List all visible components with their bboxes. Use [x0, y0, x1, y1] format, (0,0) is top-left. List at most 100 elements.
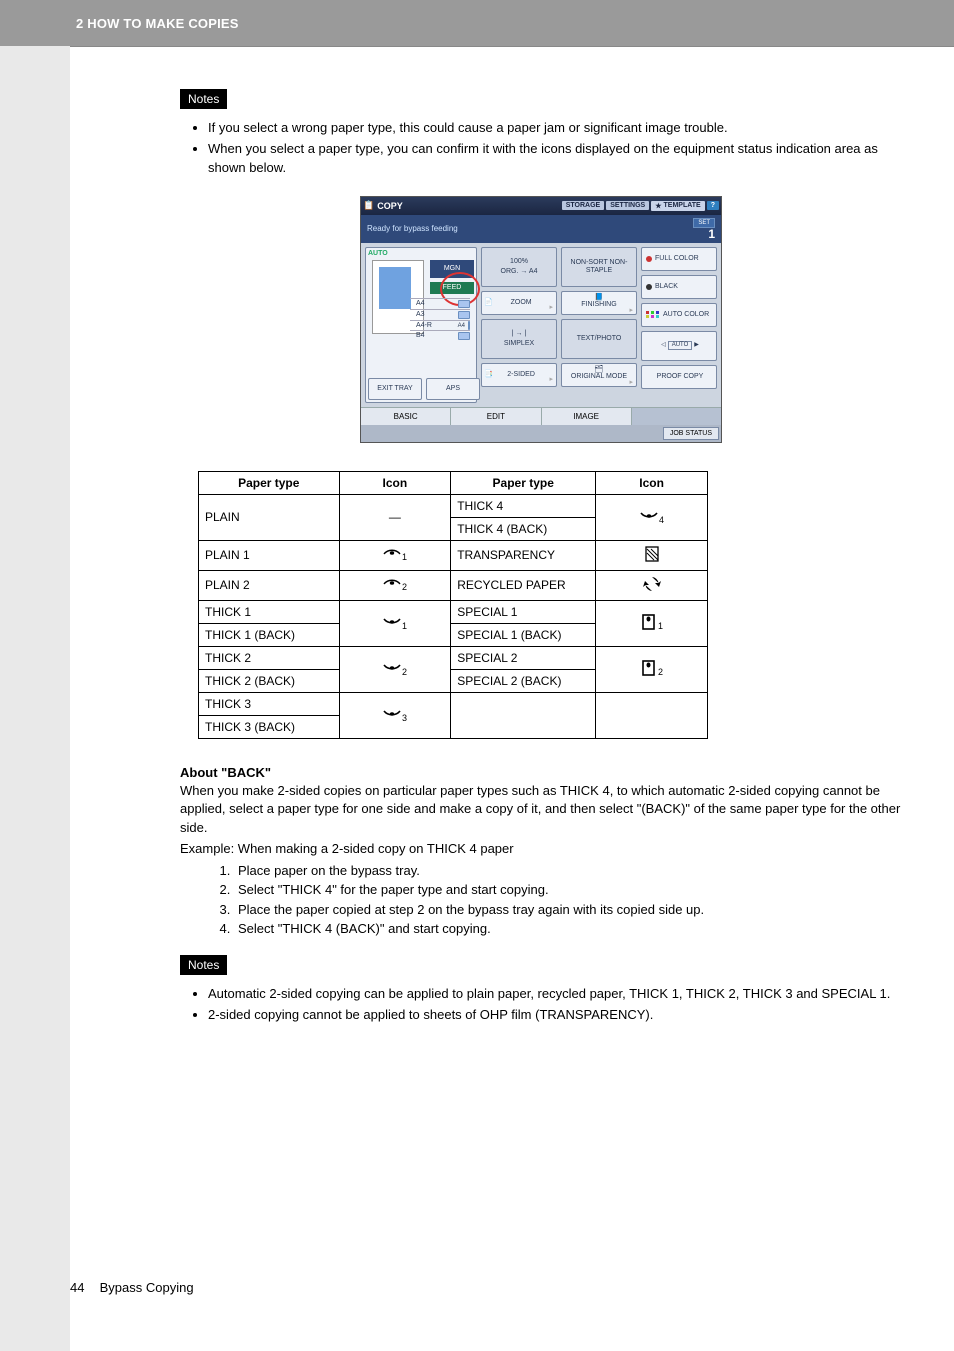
- svg-text:1: 1: [658, 621, 663, 631]
- panel-status: Ready for bypass feeding SET 1: [361, 215, 721, 243]
- drawer-icon: [458, 311, 470, 319]
- zoom-display: 100% ORG. → A4: [481, 247, 557, 287]
- density-slider[interactable]: ◁AUTO▶: [641, 331, 717, 361]
- col-zoom: 100% ORG. → A4 📄ZOOM▸ | → | SIMPLEX 📑2-S…: [481, 247, 557, 403]
- svg-text:1: 1: [402, 552, 407, 561]
- cell-blank: [451, 692, 596, 738]
- paper-row[interactable]: B4: [410, 330, 470, 341]
- aps-button[interactable]: APS: [426, 378, 480, 400]
- cell-thick2-back: THICK 2 (BACK): [199, 669, 340, 692]
- icon-thick3: 3: [339, 692, 451, 738]
- tab-edit[interactable]: EDIT: [451, 408, 541, 425]
- icon-special1: 1: [596, 600, 708, 646]
- textphoto-display: TEXT/PHOTO: [561, 319, 637, 359]
- copier-panel: 📋 COPY STORAGE SETTINGS ★TEMPLATE ? Read…: [360, 196, 722, 443]
- cell-plain1: PLAIN 1: [199, 540, 340, 570]
- help-button[interactable]: ?: [707, 201, 719, 210]
- svg-text:1: 1: [402, 621, 407, 630]
- section-header: 2 HOW TO MAKE COPIES: [0, 0, 954, 46]
- cell-special1-back: SPECIAL 1 (BACK): [451, 623, 596, 646]
- icon-plain: —: [339, 494, 451, 540]
- about-steps: Place paper on the bypass tray. Select "…: [216, 861, 902, 939]
- th-icon: Icon: [596, 471, 708, 494]
- tab-spacer: [632, 408, 721, 425]
- cell-plain: PLAIN: [199, 494, 340, 540]
- page-number: 44: [70, 1280, 96, 1295]
- svg-text:2: 2: [402, 582, 407, 591]
- notes-list-top: If you select a wrong paper type, this c…: [180, 119, 902, 178]
- drawer-icon: [458, 300, 470, 308]
- black-button[interactable]: BLACK: [641, 275, 717, 299]
- th-paper-type: Paper type: [451, 471, 596, 494]
- note-item: When you select a paper type, you can co…: [208, 140, 902, 178]
- tab-image[interactable]: IMAGE: [542, 408, 632, 425]
- icon-recycled: [596, 570, 708, 600]
- proof-copy-button[interactable]: PROOF COPY: [641, 365, 717, 389]
- two-sided-button[interactable]: 📑2-SIDED▸: [481, 363, 557, 387]
- footer-title: Bypass Copying: [100, 1280, 194, 1295]
- paper-source-area: AUTO MGN FEED A4 A3 A4-RA4 B4 EXIT TRAY: [365, 247, 477, 403]
- storage-button[interactable]: STORAGE: [562, 201, 605, 210]
- about-heading: About "BACK": [180, 765, 902, 780]
- step-item: Place paper on the bypass tray.: [234, 861, 902, 881]
- paper-row[interactable]: A4-RA4: [410, 320, 470, 331]
- copy-mode-label: 📋 COPY: [363, 200, 409, 211]
- icon-special2: 2: [596, 646, 708, 692]
- paper-type-table: Paper type Icon Paper type Icon PLAIN — …: [198, 471, 708, 739]
- copy-icon: 📋: [363, 200, 374, 211]
- notes-list-bottom: Automatic 2-sided copying can be applied…: [180, 985, 902, 1025]
- paper-row[interactable]: A4: [410, 298, 470, 309]
- paper-list: A4 A3 A4-RA4 B4: [410, 298, 470, 342]
- note-item: If you select a wrong paper type, this c…: [208, 119, 902, 138]
- about-p1: When you make 2-sided copies on particul…: [180, 782, 902, 839]
- cell-thick4: THICK 4: [451, 494, 596, 517]
- col-options: NON-SORT NON-STAPLE 📘FINISHING▸ TEXT/PHO…: [561, 247, 637, 403]
- svg-text:4: 4: [659, 515, 664, 524]
- cell-special1: SPECIAL 1: [451, 600, 596, 623]
- icon-thick1: 1: [339, 600, 451, 646]
- note-item: 2-sided copying cannot be applied to she…: [208, 1006, 902, 1025]
- original-mode-button[interactable]: 🗂ORIGINAL MODE▸: [561, 363, 637, 387]
- icon-thick2: 2: [339, 646, 451, 692]
- full-color-button[interactable]: FULL COLOR: [641, 247, 717, 271]
- cell-thick1-back: THICK 1 (BACK): [199, 623, 340, 646]
- settings-button[interactable]: SETTINGS: [606, 201, 649, 210]
- cell-recycled: RECYCLED PAPER: [451, 570, 596, 600]
- th-icon: Icon: [339, 471, 451, 494]
- panel-top-bar: 📋 COPY STORAGE SETTINGS ★TEMPLATE ?: [361, 197, 721, 215]
- drawer-icon: [468, 321, 470, 330]
- status-text: Ready for bypass feeding: [367, 224, 458, 233]
- content: Notes If you select a wrong paper type, …: [70, 46, 954, 1063]
- cell-special2-back: SPECIAL 2 (BACK): [451, 669, 596, 692]
- tab-basic[interactable]: BASIC: [361, 408, 451, 425]
- job-status-button[interactable]: JOB STATUS: [663, 427, 719, 440]
- cell-thick2: THICK 2: [199, 646, 340, 669]
- page-footer: 44 Bypass Copying: [70, 1280, 194, 1295]
- panel-wrap: 📋 COPY STORAGE SETTINGS ★TEMPLATE ? Read…: [180, 196, 902, 443]
- note-item: Automatic 2-sided copying can be applied…: [208, 985, 902, 1004]
- paper-row[interactable]: A3: [410, 309, 470, 320]
- cell-thick4-back: THICK 4 (BACK): [451, 517, 596, 540]
- cell-thick1: THICK 1: [199, 600, 340, 623]
- copy-text: COPY: [377, 201, 403, 211]
- template-button[interactable]: ★TEMPLATE: [651, 201, 704, 211]
- step-item: Place the paper copied at step 2 on the …: [234, 900, 902, 920]
- simplex-display: | → | SIMPLEX: [481, 319, 557, 359]
- exit-tray-button[interactable]: EXIT TRAY: [368, 378, 422, 400]
- cell-thick3: THICK 3: [199, 692, 340, 715]
- finishing-button[interactable]: 📘FINISHING▸: [561, 291, 637, 315]
- cell-transparency: TRANSPARENCY: [451, 540, 596, 570]
- zoom-button[interactable]: 📄ZOOM▸: [481, 291, 557, 315]
- icon-plain1: 1: [339, 540, 451, 570]
- star-icon: ★: [655, 202, 661, 210]
- icon-thick4: 4: [596, 494, 708, 540]
- col-color: FULL COLOR BLACK AUTO COLOR ◁AUTO▶ PROOF…: [641, 247, 717, 403]
- drawer-icon: [458, 332, 470, 340]
- panel-footer: JOB STATUS: [361, 425, 721, 442]
- panel-tabs: BASIC EDIT IMAGE: [361, 407, 721, 425]
- svg-text:2: 2: [402, 667, 407, 676]
- auto-color-button[interactable]: AUTO COLOR: [641, 303, 717, 327]
- nonsort-display: NON-SORT NON-STAPLE: [561, 247, 637, 287]
- page: 2 HOW TO MAKE COPIES Notes If you select…: [0, 0, 954, 1351]
- icon-plain2: 2: [339, 570, 451, 600]
